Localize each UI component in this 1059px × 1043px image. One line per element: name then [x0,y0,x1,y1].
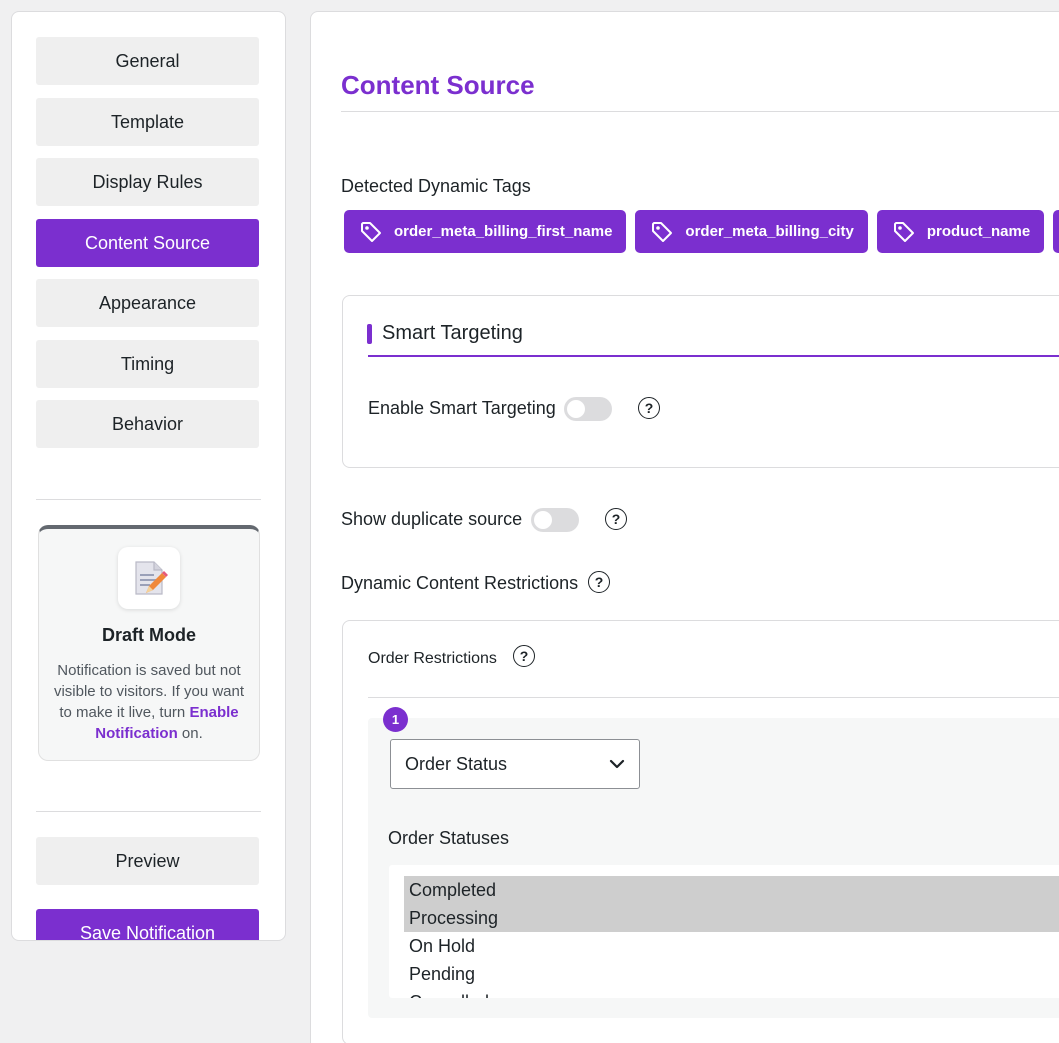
help-icon[interactable]: ? [638,397,660,419]
order-restrictions-label: Order Restrictions [368,650,497,667]
dynamic-tag[interactable]: order_meta_billing_first_name [344,210,627,253]
draft-mode-title: Draft Mode [102,625,196,645]
sidebar-item-behavior[interactable]: Behavior [36,400,259,448]
main-panel: Content Source Detected Dynamic Tags ord… [310,11,1059,1043]
tag-label: product_name [926,223,1031,240]
help-icon[interactable]: ? [588,571,610,593]
draft-mode-description: Notification is saved but not visible to… [53,660,245,744]
title-divider [341,111,1059,112]
smart-targeting-divider [368,355,1059,357]
tag-label: order_meta_billing_first_name [394,223,613,240]
order-restrictions-box: Order Restrictions ? 1 Order Status Orde… [342,620,1059,1043]
order-restrictions-divider [368,697,1059,698]
sidebar-item-template[interactable]: Template [36,98,259,146]
sidebar-item-display-rules[interactable]: Display Rules [36,158,259,206]
show-duplicate-source-label: Show duplicate source [341,509,523,529]
order-statuses-label: Order Statuses [388,828,510,848]
section-accent-bar [367,323,372,344]
chevron-down-icon [609,759,625,769]
help-icon[interactable]: ? [605,508,627,530]
tag-icon [652,221,673,242]
sidebar-divider [36,499,261,500]
order-statuses-multiselect[interactable]: Completed Processing On Hold Pending Can… [389,865,1059,998]
dynamic-content-restrictions-label: Dynamic Content Restrictions [341,573,579,593]
page-title: Content Source [341,70,535,100]
tag-label: order_meta_billing_city [685,223,854,240]
save-notification-button[interactable]: Save Notification [36,909,259,940]
status-option[interactable]: Completed [404,876,1059,904]
tag-icon [361,221,381,242]
detected-tags-label: Detected Dynamic Tags [341,176,531,196]
draft-icon [118,547,180,609]
preview-button[interactable]: Preview [36,837,259,885]
dynamic-tag[interactable]: order_meta_billing_city [635,210,868,253]
help-icon[interactable]: ? [513,645,535,667]
status-option[interactable]: Processing [404,904,1059,932]
sidebar: General Template Display Rules Content S… [11,11,286,941]
dynamic-tag[interactable]: product_name [876,210,1045,253]
smart-targeting-title: Smart Targeting [382,322,523,344]
status-option[interactable]: Pending [404,960,1059,988]
smart-targeting-header: Smart Targeting [367,322,523,345]
draft-text-end: on. [177,725,203,742]
sidebar-item-timing[interactable]: Timing [36,340,259,388]
restriction-type-value: Order Status [405,753,508,774]
dynamic-tags-list: order_meta_billing_first_name order_meta… [344,210,1059,253]
status-option[interactable]: Cancelled [404,988,1059,998]
show-duplicate-source-toggle[interactable] [531,508,579,532]
draft-mode-card: Draft Mode Notification is saved but not… [38,525,260,761]
dynamic-tag[interactable] [1053,210,1059,253]
enable-smart-targeting-toggle[interactable] [564,397,612,421]
sidebar-item-content-source[interactable]: Content Source [36,219,259,267]
status-option[interactable]: On Hold [404,932,1059,960]
smart-targeting-box: Smart Targeting Enable Smart Targeting ? [342,295,1059,468]
sidebar-divider-bottom [36,811,261,812]
enable-smart-targeting-label: Enable Smart Targeting [368,398,556,418]
tag-icon [893,221,914,242]
rule-number-badge: 1 [383,707,408,732]
sidebar-item-appearance[interactable]: Appearance [36,279,259,327]
restriction-type-select[interactable]: Order Status [390,739,640,789]
sidebar-item-general[interactable]: General [36,37,259,85]
